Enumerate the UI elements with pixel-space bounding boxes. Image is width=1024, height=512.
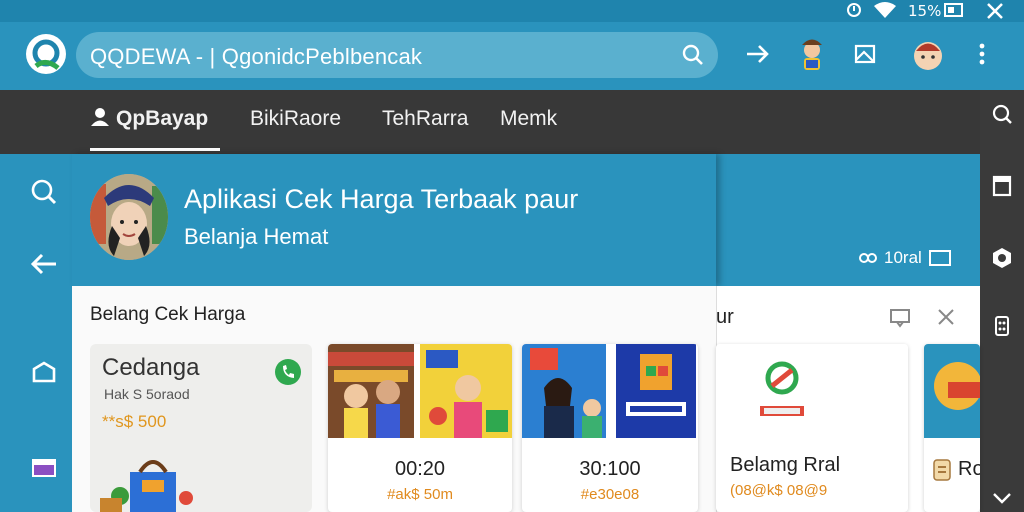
product-card[interactable]: Belamg Rral (08@k$ 08@9 xyxy=(716,344,908,512)
close-icon[interactable] xyxy=(937,308,955,331)
battery-icon xyxy=(944,2,964,22)
search-input[interactable]: QQDEWA - | QgonidcPeblbencak xyxy=(90,44,422,70)
section-title: Belang Cek Harga xyxy=(90,304,246,325)
link-icon xyxy=(859,253,877,263)
featured-name: Cedanga xyxy=(102,354,200,381)
gift-icon[interactable] xyxy=(24,446,64,486)
bookmark-icon[interactable] xyxy=(988,172,1016,200)
tab-memk[interactable]: Memk xyxy=(500,107,557,131)
card-value: Ro xyxy=(958,458,980,480)
image-edit-icon[interactable] xyxy=(848,36,884,72)
card-price: (08@k$ 08@9 xyxy=(730,482,828,499)
card-image xyxy=(522,344,698,438)
hero-title: Aplikasi Cek Harga Terbaak paur xyxy=(184,184,579,214)
featured-price: **s$ 500 xyxy=(102,412,167,431)
hero-banner: Aplikasi Cek Harga Terbaak paur Belanja … xyxy=(72,154,716,286)
status-bar: 15% xyxy=(0,0,1024,22)
card-price: #ak$ 50m xyxy=(387,486,453,503)
product-card[interactable]: 30:100 #e30e08 xyxy=(522,344,698,512)
featured-card[interactable]: Cedanga Hak S 5oraod **s$ 500 xyxy=(90,344,312,512)
grocery-bag-illustration xyxy=(100,460,193,512)
wifi-icon xyxy=(874,2,896,22)
app-bar: QQDEWA - | QgonidcPeblbencak xyxy=(0,22,1024,90)
hero-meta[interactable]: 10ral xyxy=(858,248,952,268)
tab-qpbayap[interactable]: QpBayap xyxy=(90,107,208,131)
avatar xyxy=(90,174,168,260)
close-icon[interactable] xyxy=(986,2,1004,24)
tabs-bar: QpBayap BikiRaore TehRarra Memk xyxy=(72,90,980,154)
badge-icon[interactable] xyxy=(988,244,1016,272)
search-bar[interactable]: QQDEWA - | QgonidcPeblbencak xyxy=(76,32,718,78)
hero-meta-text: 10ral xyxy=(884,248,922,267)
settings-icon[interactable] xyxy=(988,312,1016,340)
featured-sub: Hak S 5oraod xyxy=(104,386,190,402)
tab-bikiraore[interactable]: BikiRaore xyxy=(250,107,341,131)
app-logo-icon[interactable] xyxy=(26,34,66,74)
product-card[interactable]: 00:20 #ak$ 50m xyxy=(328,344,512,512)
tab-indicator xyxy=(90,148,220,151)
card-image xyxy=(328,344,512,438)
refresh-search-icon[interactable] xyxy=(988,100,1016,128)
chevron-down-icon[interactable] xyxy=(988,484,1016,512)
card-price: #e30e08 xyxy=(580,486,640,503)
search-icon[interactable] xyxy=(682,44,704,71)
tab-label: QpBayap xyxy=(116,107,209,130)
more-vert-icon[interactable] xyxy=(964,36,1000,72)
battery-text: 15% xyxy=(908,2,942,20)
left-rail-header xyxy=(0,90,72,154)
window-icon xyxy=(928,250,951,266)
hero-subtitle: Belanja Hemat xyxy=(184,224,329,249)
card-image xyxy=(716,344,908,438)
search-icon[interactable] xyxy=(24,172,64,212)
card-value: Belamg Rral xyxy=(730,454,841,476)
right-rail xyxy=(980,90,1024,512)
chat-icon[interactable] xyxy=(889,308,911,333)
home-icon[interactable] xyxy=(24,352,64,392)
alarm-icon xyxy=(846,2,862,22)
panel-label: ur xyxy=(716,306,734,328)
card-image xyxy=(924,344,980,438)
user-icon xyxy=(91,108,109,126)
mascot-icon[interactable] xyxy=(794,36,830,72)
tab-tehrarra[interactable]: TehRarra xyxy=(382,107,468,131)
share-arrow-icon[interactable] xyxy=(740,36,776,72)
product-card[interactable]: Ro xyxy=(924,344,980,512)
card-value: 30:100 xyxy=(579,458,641,480)
receipt-icon xyxy=(932,458,952,487)
profile-avatar-icon[interactable] xyxy=(910,36,946,72)
back-arrow-icon[interactable] xyxy=(24,244,64,284)
phone-icon[interactable] xyxy=(274,358,302,391)
card-value: 00:20 xyxy=(394,458,446,480)
